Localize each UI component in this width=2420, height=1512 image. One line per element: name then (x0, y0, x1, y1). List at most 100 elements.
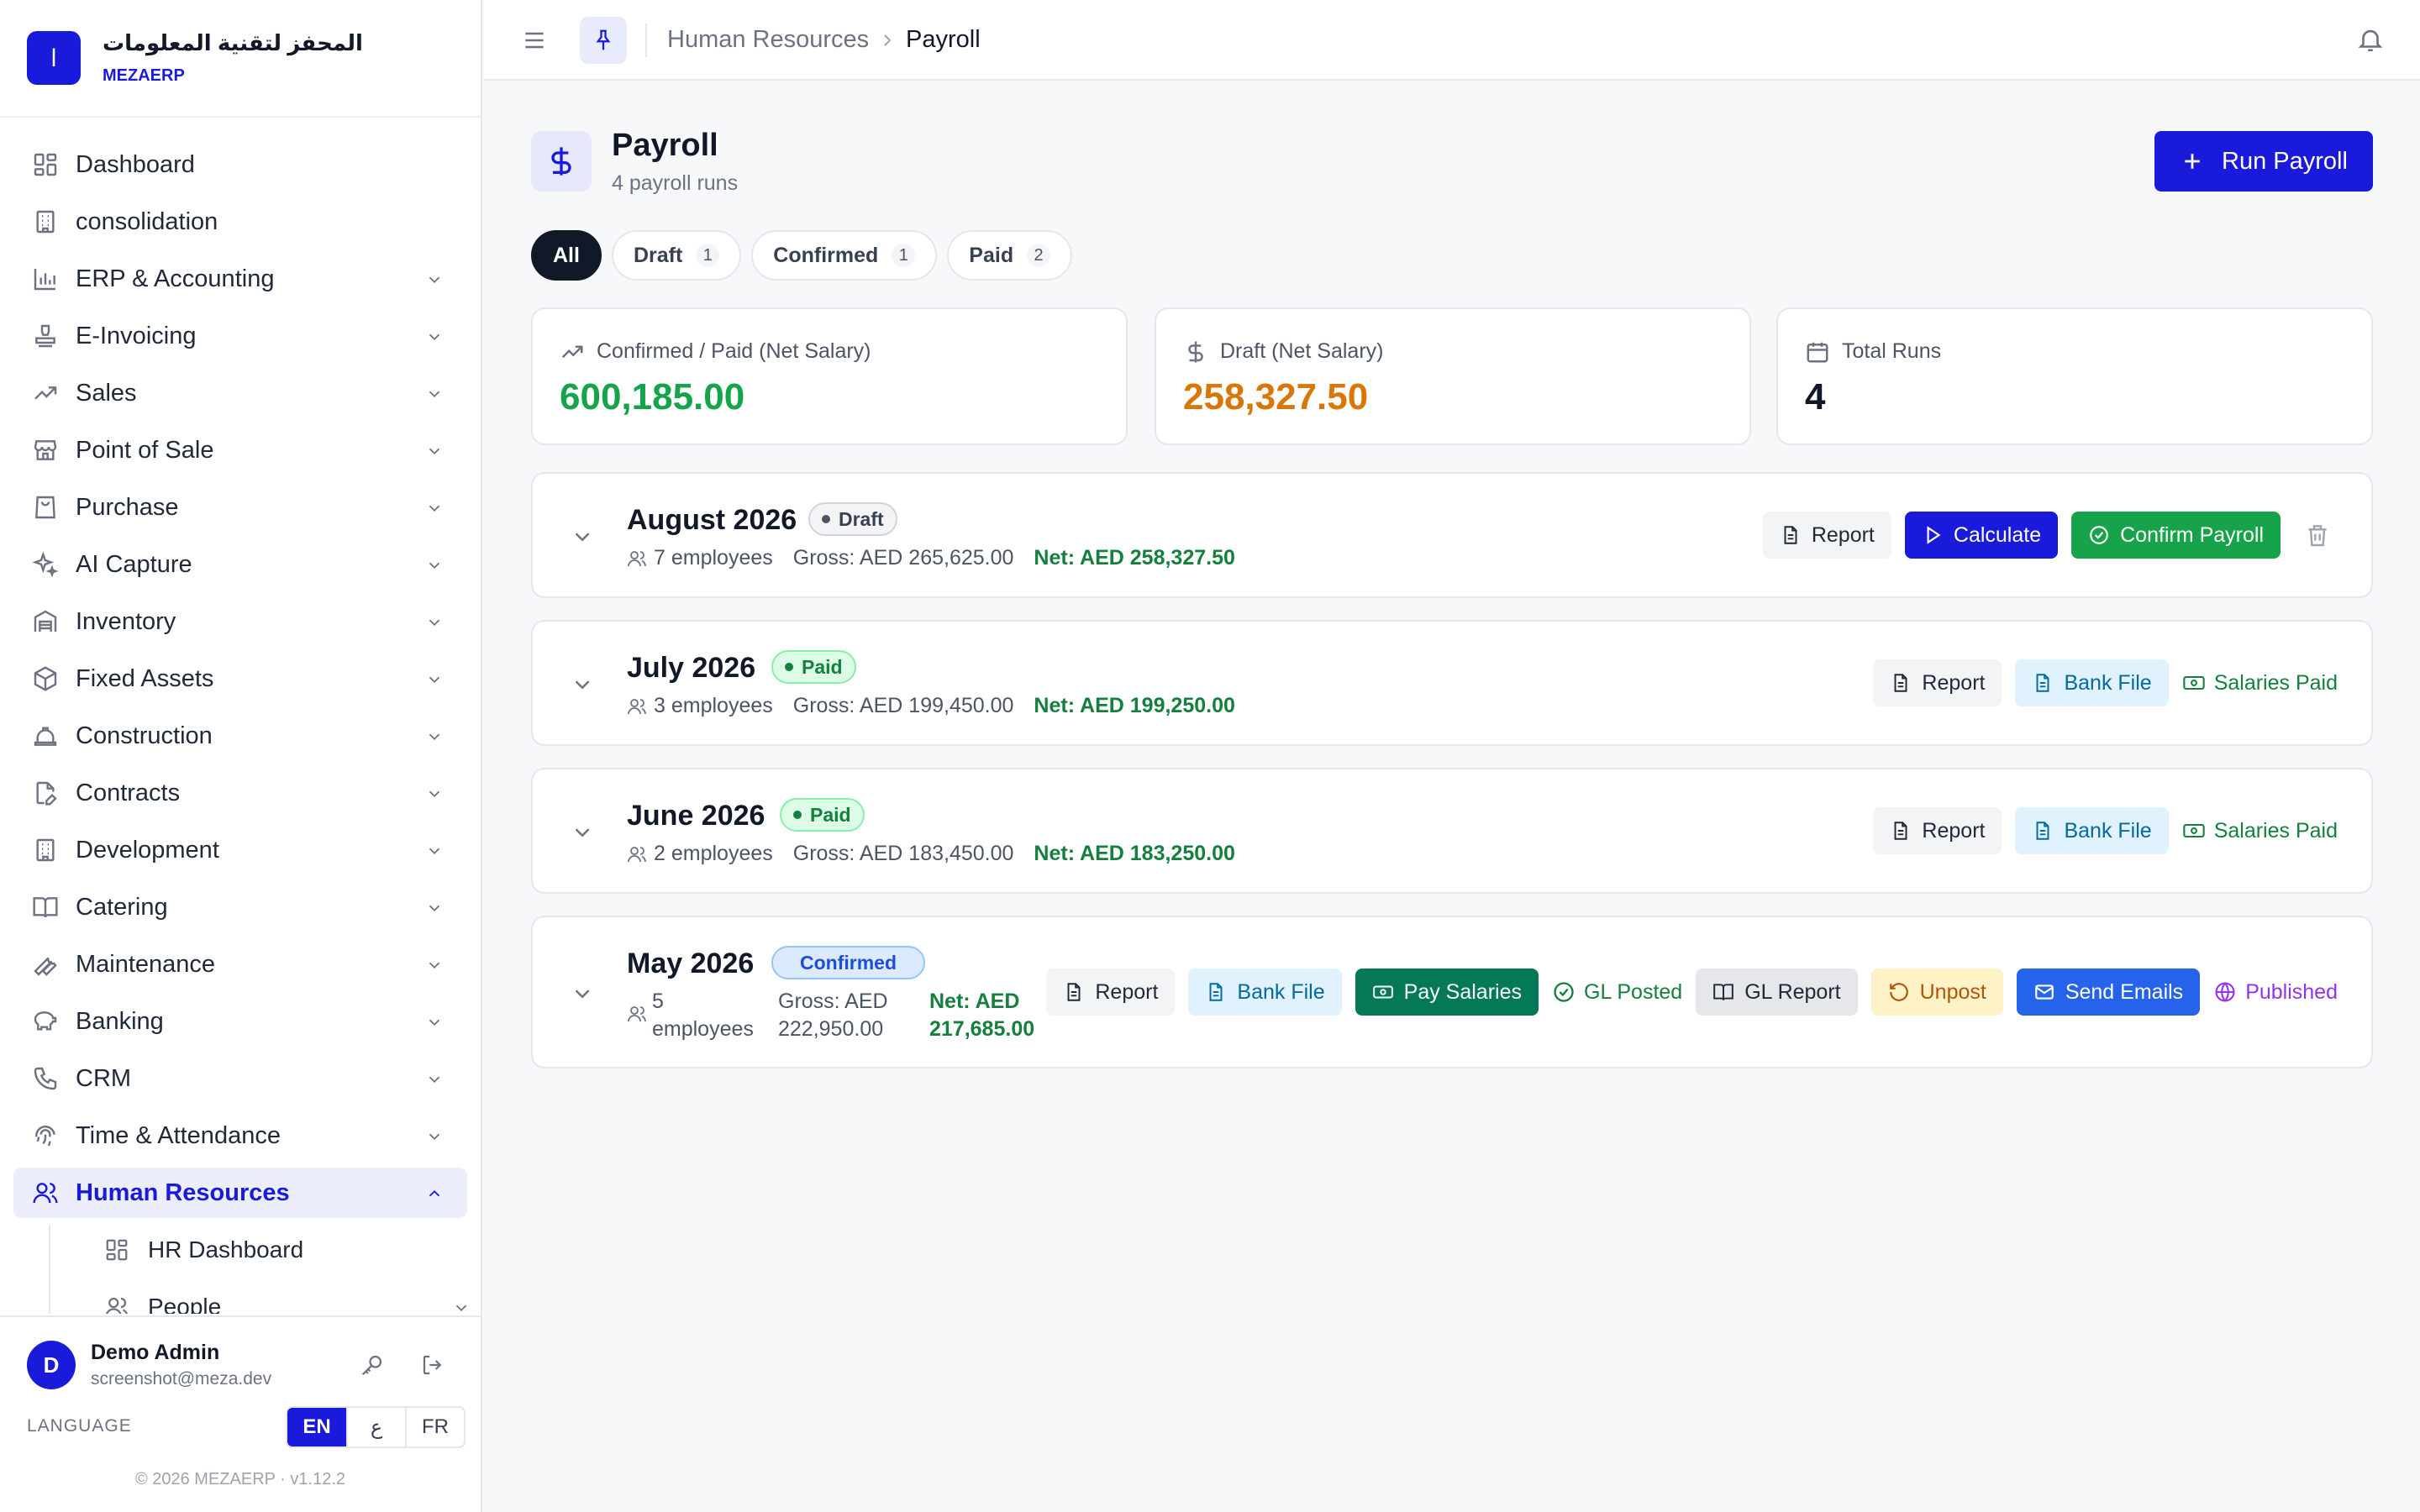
pay-salaries-button[interactable]: Pay Salaries (1355, 969, 1539, 1016)
stat-card-draft: Draft (Net Salary) 258,327.50 (1155, 307, 1751, 445)
employee-count: 2 employees (654, 842, 773, 865)
menu-icon[interactable] (521, 27, 548, 54)
send-emails-button[interactable]: Send Emails (2016, 969, 2201, 1016)
sidebar-item-sales[interactable]: Sales (13, 368, 467, 418)
language-fr-button[interactable]: FR (405, 1408, 464, 1446)
avatar[interactable]: D (27, 1341, 76, 1389)
sidebar-subitem-people[interactable]: People (50, 1282, 481, 1314)
sidebar-item-purchase[interactable]: Purchase (13, 482, 467, 533)
chevron-down-icon[interactable] (570, 981, 595, 1006)
sidebar-item-development[interactable]: Development (13, 825, 467, 875)
filter-confirmed[interactable]: Confirmed 1 (751, 230, 938, 281)
chevron-right-icon (884, 34, 892, 46)
report-button[interactable]: Report (1873, 659, 2002, 706)
sidebar-item-inventory[interactable]: Inventory (13, 596, 467, 647)
status-label: Confirmed (800, 951, 897, 974)
globe-icon (2215, 982, 2235, 1002)
employee-count: 5 employees (627, 988, 770, 1042)
sidebar-item-erp-accounting[interactable]: ERP & Accounting (13, 254, 467, 304)
fingerprint-icon (35, 1126, 55, 1147)
sidebar-item-ai-capture[interactable]: AI Capture (13, 539, 467, 590)
banknote-icon (2182, 823, 2205, 838)
payroll-run-card[interactable]: August 2026 Draft 7 employees Gross: AED… (531, 472, 2373, 598)
sidebar-item-dashboard[interactable]: Dashboard (13, 139, 467, 190)
stat-card-confirmed-paid: Confirmed / Paid (Net Salary) 600,185.00 (531, 307, 1128, 445)
sidebar-item-label: Sales (76, 379, 137, 407)
status-dot (822, 515, 830, 523)
sidebar-item-construction[interactable]: Construction (13, 711, 467, 761)
confirm-payroll-button[interactable]: Confirm Payroll (2071, 512, 2281, 559)
topbar: Human Resources Payroll (484, 0, 2420, 81)
gl-report-button[interactable]: GL Report (1696, 969, 1858, 1016)
payroll-run-card[interactable]: May 2026 Confirmed 5 employees Gross: AE… (531, 916, 2373, 1068)
report-button[interactable]: Report (1762, 512, 1891, 559)
status-badge: Paid (771, 650, 856, 684)
brand-logo[interactable]: ا (27, 31, 81, 85)
status-label: Salaries Paid (2213, 670, 2338, 695)
bell-icon[interactable] (2356, 25, 2385, 54)
sidebar-item-crm[interactable]: CRM (13, 1053, 467, 1104)
salaries-paid-status: Salaries Paid (2182, 819, 2338, 843)
sidebar-item-catering[interactable]: Catering (13, 882, 467, 932)
payroll-run-card[interactable]: July 2026 Paid 3 employees Gross: AED 19… (531, 620, 2373, 746)
run-actions: Report Bank File Salaries Paid (1860, 659, 2338, 706)
run-payroll-label: Run Payroll (2222, 147, 2348, 175)
chevron-down-icon[interactable] (570, 672, 595, 697)
users-icon (105, 1297, 129, 1314)
status-badge: Confirmed (771, 946, 925, 979)
button-label: Bank File (2064, 670, 2152, 695)
status-badge: Paid (780, 798, 865, 832)
chevron-down-icon[interactable] (570, 524, 595, 549)
chevron-down-icon (429, 733, 440, 741)
filter-paid[interactable]: Paid 2 (947, 230, 1073, 281)
status-label: Draft (839, 507, 884, 530)
calculate-button[interactable]: Calculate (1904, 512, 2059, 559)
logout-icon[interactable] (420, 1352, 445, 1378)
chevron-down-icon (429, 676, 440, 684)
run-meta: 2 employees Gross: AED 183,450.00 Net: A… (627, 842, 1235, 866)
stat-value: 600,185.00 (560, 376, 745, 417)
pin-button[interactable] (580, 17, 627, 64)
button-label: Bank File (2064, 818, 2152, 843)
chevron-down-icon[interactable] (570, 820, 595, 845)
sidebar-item-human-resources[interactable]: Human Resources (13, 1168, 467, 1218)
bank-file-button[interactable]: Bank File (2015, 807, 2169, 854)
user-panel: D Demo Admin screenshot@meza.dev LANGUAG… (0, 1315, 481, 1512)
banknote-icon (1372, 985, 1393, 999)
bank-file-button[interactable]: Bank File (1188, 969, 1342, 1016)
box-icon (34, 666, 57, 691)
page-subtitle: 4 payroll runs (612, 171, 739, 195)
status-dot (785, 663, 793, 671)
filter-all[interactable]: All (531, 230, 602, 281)
filter-label: Confirmed (773, 243, 879, 267)
unpost-button[interactable]: Unpost (1870, 969, 2003, 1016)
chevron-down-icon (429, 1019, 440, 1026)
dollar-icon (1188, 341, 1203, 363)
payroll-run-card[interactable]: June 2026 Paid 2 employees Gross: AED 18… (531, 768, 2373, 894)
sidebar-item-fixed-assets[interactable]: Fixed Assets (13, 654, 467, 704)
report-button[interactable]: Report (1046, 969, 1176, 1016)
sidebar-item-maintenance[interactable]: Maintenance (13, 939, 467, 990)
filter-draft[interactable]: Draft 1 (611, 230, 742, 281)
report-button[interactable]: Report (1873, 807, 2002, 854)
sidebar-subitem-hr-dashboard[interactable]: HR Dashboard (50, 1225, 481, 1275)
chevron-down-icon (429, 1133, 440, 1141)
users-icon (628, 1005, 646, 1021)
key-icon[interactable] (360, 1352, 385, 1378)
chevron-down-icon (429, 790, 440, 798)
sidebar-item-consolidation[interactable]: consolidation (13, 197, 467, 247)
sidebar-item-time-attendance[interactable]: Time & Attendance (13, 1110, 467, 1161)
dashboard-icon (106, 1239, 128, 1261)
sidebar-item-e-invoicing[interactable]: E-Invoicing (13, 311, 467, 361)
bank-file-button[interactable]: Bank File (2015, 659, 2169, 706)
language-en-button[interactable]: EN (287, 1408, 346, 1446)
users-icon (628, 698, 646, 714)
language-ar-button[interactable]: ع (346, 1408, 405, 1446)
breadcrumb-parent[interactable]: Human Resources (667, 26, 869, 54)
run-payroll-button[interactable]: Run Payroll (2154, 131, 2373, 192)
sidebar-item-banking[interactable]: Banking (13, 996, 467, 1047)
sidebar-item-contracts[interactable]: Contracts (13, 768, 467, 818)
trash-icon[interactable] (2304, 522, 2331, 549)
sidebar-item-label: Time & Attendance (76, 1121, 281, 1149)
sidebar-item-point-of-sale[interactable]: Point of Sale (13, 425, 467, 475)
